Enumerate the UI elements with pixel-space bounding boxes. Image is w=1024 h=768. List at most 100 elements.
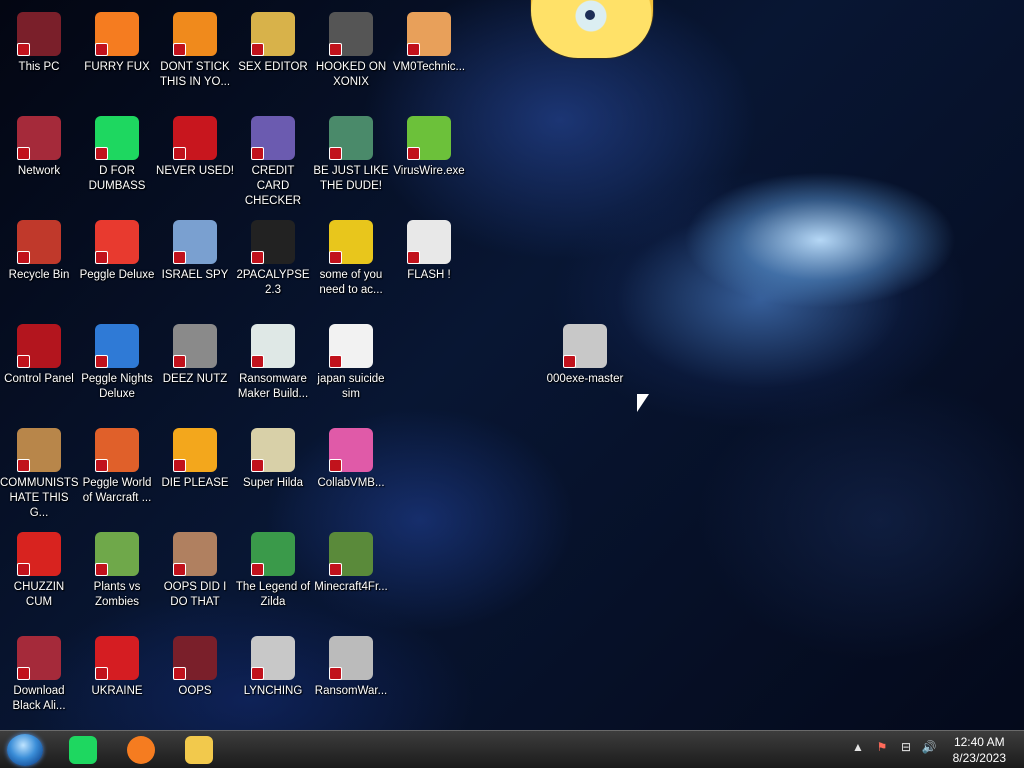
shortcut-badge-icon bbox=[173, 459, 186, 472]
desktop-icon[interactable]: Minecraft4Fr... bbox=[312, 526, 390, 626]
desktop-icon[interactable]: Peggle Nights Deluxe bbox=[78, 318, 156, 418]
network-tray-icon[interactable]: ⊟ bbox=[898, 740, 914, 758]
skull-icon bbox=[329, 636, 373, 680]
folder-archive-icon bbox=[563, 324, 607, 368]
desktop-icon[interactable]: japan suicide sim bbox=[312, 318, 390, 418]
shortcut-badge-icon bbox=[95, 667, 108, 680]
desktop-icon[interactable]: HOOKED ON XONIX bbox=[312, 6, 390, 106]
desktop-icon-label: some of you need to ac... bbox=[319, 269, 383, 296]
volume-tray-icon[interactable]: 🔊 bbox=[921, 740, 937, 758]
noose-icon bbox=[251, 636, 295, 680]
shortcut-badge-icon bbox=[251, 355, 264, 368]
flash-icon bbox=[407, 220, 451, 264]
desktop-icon[interactable]: Peggle Deluxe bbox=[78, 214, 156, 314]
desktop-icon[interactable]: BE JUST LIKE THE DUDE! bbox=[312, 110, 390, 210]
desktop-icon[interactable]: Peggle World of Warcraft ... bbox=[78, 422, 156, 522]
shortcut-badge-icon bbox=[251, 251, 264, 264]
link-character-icon bbox=[251, 532, 295, 576]
flower-icon bbox=[95, 532, 139, 576]
credit-card-icon bbox=[251, 116, 295, 160]
taskbar-file-explorer-button[interactable] bbox=[174, 733, 224, 767]
shortcut-badge-icon bbox=[251, 43, 264, 56]
shortcut-badge-icon bbox=[407, 147, 420, 160]
desktop-icon[interactable]: The Legend of Zilda bbox=[234, 526, 312, 626]
desktop-icon[interactable]: Network bbox=[0, 110, 78, 210]
desktop-icon[interactable]: RansomWar... bbox=[312, 630, 390, 730]
recycle-bin-icon bbox=[17, 220, 61, 264]
taskbar-spotify-button[interactable] bbox=[58, 733, 108, 767]
tray-chevron-icon[interactable]: ▲ bbox=[850, 740, 866, 758]
desktop-icon-label: OOPS bbox=[178, 685, 212, 697]
peggle-icon bbox=[95, 220, 139, 264]
desktop-icon[interactable]: Recycle Bin bbox=[0, 214, 78, 314]
desktop-icon-label: Minecraft4Fr... bbox=[314, 581, 388, 593]
desktop-icon[interactable]: OOPS bbox=[156, 630, 234, 730]
desktop-icon[interactable]: 000exe-master bbox=[546, 318, 624, 418]
radiation-icon bbox=[95, 636, 139, 680]
desktop-icon[interactable]: LYNCHING bbox=[234, 630, 312, 730]
desktop-icon[interactable]: DONT STICK THIS IN YO... bbox=[156, 6, 234, 106]
spotify-icon bbox=[95, 116, 139, 160]
shortcut-badge-icon bbox=[329, 459, 342, 472]
desktop-icon-label: Control Panel bbox=[4, 373, 74, 385]
desktop-icon[interactable]: NEVER USED! bbox=[156, 110, 234, 210]
desktop-icon-label: UKRAINE bbox=[91, 685, 143, 697]
shortcut-badge-icon bbox=[173, 43, 186, 56]
desktop-icon[interactable]: VirusWire.exe bbox=[390, 110, 468, 210]
taskbar-firefox-button[interactable] bbox=[116, 733, 166, 767]
desktop-icon[interactable]: OOPS DID I DO THAT bbox=[156, 526, 234, 626]
cartoon-eye bbox=[585, 10, 595, 20]
desktop-icon[interactable]: COMMUNISTS HATE THIS G... bbox=[0, 422, 79, 522]
desktop-icon[interactable]: Control Panel bbox=[0, 318, 78, 418]
desktop-icon[interactable]: FLASH ! bbox=[390, 214, 468, 314]
adobe-de-icon bbox=[173, 428, 217, 472]
desktop-icon[interactable]: D FOR DUMBASS bbox=[78, 110, 156, 210]
desktop-icon-label: Network bbox=[17, 165, 61, 177]
window-stack-icon bbox=[173, 324, 217, 368]
desktop-icon[interactable]: Download Black Ali... bbox=[0, 630, 78, 730]
shortcut-badge-icon bbox=[329, 43, 342, 56]
desktop-icon[interactable]: CHUZZIN CUM bbox=[0, 526, 78, 626]
action-center-flag-icon[interactable]: ⚑ bbox=[874, 740, 890, 758]
desktop-icon[interactable]: DIE PLEASE bbox=[156, 422, 234, 522]
desktop-icon[interactable]: Ransomware Maker Build... bbox=[234, 318, 312, 418]
desktop-icon-label: Peggle Nights Deluxe bbox=[81, 373, 153, 400]
shortcut-badge-icon bbox=[17, 147, 30, 160]
desktop-icon-label: ISRAEL SPY bbox=[161, 269, 229, 281]
desktop-icon[interactable]: SEX EDITOR bbox=[234, 6, 312, 106]
desktop-icon[interactable]: ISRAEL SPY bbox=[156, 214, 234, 314]
desktop-icon[interactable]: VM0Technic... bbox=[390, 6, 468, 106]
system-clock[interactable]: 12:40 AM 8/23/2023 bbox=[953, 734, 1006, 766]
devcpp-icon bbox=[173, 116, 217, 160]
desktop-icon-label: CHUZZIN CUM bbox=[13, 581, 65, 608]
desktop-icon[interactable]: CREDIT CARD CHECKER bbox=[234, 110, 312, 210]
shortcut-badge-icon bbox=[329, 147, 342, 160]
start-orb-icon[interactable] bbox=[7, 734, 43, 766]
desktop-icon[interactable]: Super Hilda bbox=[234, 422, 312, 522]
desktop-icon-label: 2PACALYPSE 2.3 bbox=[236, 269, 310, 296]
shortcut-badge-icon bbox=[329, 563, 342, 576]
desktop-icon-label: This PC bbox=[18, 61, 60, 73]
desktop-icon[interactable]: some of you need to ac... bbox=[312, 214, 390, 314]
shortcut-badge-icon bbox=[17, 459, 30, 472]
shortcut-badge-icon bbox=[329, 355, 342, 368]
desktop-icon[interactable]: CollabVMB... bbox=[312, 422, 390, 522]
desktop-icon[interactable]: UKRAINE bbox=[78, 630, 156, 730]
money-bag-icon bbox=[17, 428, 61, 472]
cartoon-character-sticker bbox=[530, 0, 654, 59]
shortcut-badge-icon bbox=[95, 563, 108, 576]
desktop-icon[interactable]: 2PACALYPSE 2.3 bbox=[234, 214, 312, 314]
shortcut-badge-icon bbox=[329, 251, 342, 264]
shortcut-badge-icon bbox=[173, 355, 186, 368]
desktop-icon[interactable]: DEEZ NUTZ bbox=[156, 318, 234, 418]
desktop-icon[interactable]: FURRY FUX bbox=[78, 6, 156, 106]
desktop-icon[interactable]: This PC bbox=[0, 6, 78, 106]
shortcut-badge-icon bbox=[95, 459, 108, 472]
file-explorer-icon bbox=[185, 736, 213, 764]
desktop-icon[interactable]: Plants vs Zombies bbox=[78, 526, 156, 626]
desktop-icon-label: CollabVMB... bbox=[317, 477, 385, 489]
computer-icon bbox=[17, 12, 61, 56]
desktop-icon-label: Ransomware Maker Build... bbox=[237, 373, 309, 400]
firefox-icon bbox=[95, 12, 139, 56]
peggle-nights-icon bbox=[95, 324, 139, 368]
